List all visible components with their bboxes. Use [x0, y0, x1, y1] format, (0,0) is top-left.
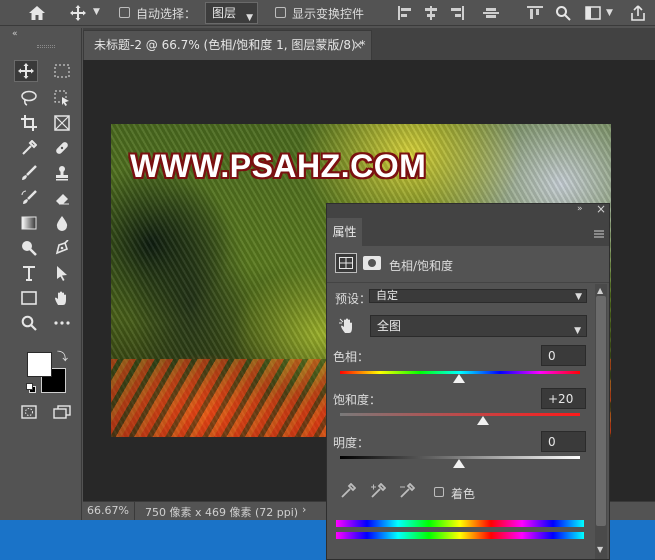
document-tab[interactable]: 未标题-2 @ 66.7% (色相/饱和度 1, 图层蒙版/8) *	[83, 30, 372, 60]
tab-properties-label: 属性	[332, 225, 357, 239]
align-top-icon[interactable]	[525, 3, 545, 23]
hue-label: 色相：	[333, 350, 370, 364]
panel-header: » ×	[327, 202, 609, 218]
layer-select[interactable]: 图层 ▼	[205, 2, 258, 24]
channel-select[interactable]: 全图 ▼	[370, 315, 587, 337]
layer-select-value: 图层	[212, 6, 237, 20]
collapse-icon[interactable]: »	[577, 204, 583, 214]
lightness-label: 明度：	[333, 436, 370, 450]
preset-select[interactable]: 自定 ▼	[369, 289, 587, 303]
targeted-adjustment-icon[interactable]	[339, 316, 355, 337]
chevron-down-icon: ▼	[574, 326, 581, 336]
search-icon[interactable]	[553, 3, 573, 23]
marquee-tool-icon[interactable]	[50, 60, 74, 82]
zoom-tool-icon[interactable]	[17, 312, 41, 334]
close-icon[interactable]: ×	[596, 202, 606, 216]
align-left-icon[interactable]	[395, 3, 415, 23]
adjustment-layer-icon	[335, 253, 357, 273]
output-spectrum-bar	[336, 532, 584, 539]
adjustment-title: 色相/饱和度	[389, 259, 454, 273]
scrollbar-thumb[interactable]	[596, 296, 606, 526]
rectangle-tool-icon[interactable]	[17, 287, 41, 309]
screen-mode-icon[interactable]	[50, 401, 74, 423]
document-info: 750 像素 x 469 像素 (72 ppi)	[145, 506, 299, 519]
saturation-slider-thumb[interactable]	[477, 416, 489, 425]
panel-tab-row	[327, 218, 609, 246]
saturation-input[interactable]: +20	[541, 388, 586, 409]
close-icon[interactable]: ×	[353, 38, 363, 52]
eraser-tool-icon[interactable]	[50, 187, 74, 209]
eyedropper-icon[interactable]	[340, 482, 357, 502]
stamp-tool-icon[interactable]	[50, 162, 74, 184]
pen-tool-icon[interactable]	[50, 237, 74, 259]
crop-tool-icon[interactable]	[17, 112, 41, 134]
eyedropper-tool-icon[interactable]	[17, 137, 41, 159]
frame-tool-icon[interactable]	[50, 112, 74, 134]
mask-icon[interactable]	[363, 256, 381, 270]
tab-properties[interactable]: 属性	[327, 218, 362, 246]
input-spectrum-bar	[336, 520, 584, 527]
chevron-down-icon: ▼	[246, 13, 253, 23]
history-brush-icon[interactable]	[17, 187, 41, 209]
share-icon[interactable]	[628, 3, 648, 23]
auto-select-checkbox[interactable]	[119, 7, 130, 18]
lightness-input[interactable]: 0	[541, 431, 586, 452]
align-center-icon[interactable]	[421, 3, 441, 23]
hue-input[interactable]: 0	[541, 345, 586, 366]
properties-panel: » × 属性 色相/饱和度 预设： 自定 ▼ 全图 ▼ 色相： 0 饱和度： +…	[326, 202, 610, 560]
move-tool-icon[interactable]	[14, 60, 38, 82]
tools-panel: « ⤵	[0, 28, 82, 520]
show-transform-label: 显示变换控件	[292, 7, 365, 21]
scroll-down-icon[interactable]: ▼	[597, 545, 603, 554]
distribute-icon[interactable]	[481, 3, 501, 23]
more-tools-icon[interactable]	[50, 312, 74, 334]
home-icon[interactable]	[25, 3, 49, 23]
panel-grip	[37, 45, 55, 48]
watermark-text: WWW.PSAHZ.COM	[130, 148, 427, 184]
healing-brush-icon[interactable]	[50, 137, 74, 159]
lightness-slider-thumb[interactable]	[453, 459, 465, 468]
move-tool-icon[interactable]	[66, 3, 90, 23]
lasso-tool-icon[interactable]	[17, 87, 41, 109]
saturation-slider-track[interactable]	[340, 413, 580, 416]
channel-value: 全图	[377, 319, 402, 333]
workspace-icon[interactable]	[583, 3, 603, 23]
scrollbar[interactable]: ▲ ▼	[595, 284, 607, 559]
align-right-icon[interactable]	[447, 3, 467, 23]
type-tool-icon[interactable]	[17, 262, 41, 284]
blur-tool-icon[interactable]	[50, 212, 74, 234]
quick-mask-icon[interactable]	[17, 401, 41, 423]
document-tab-title: 未标题-2 @ 66.7% (色相/饱和度 1, 图层蒙版/8) *	[94, 38, 366, 52]
path-select-tool-icon[interactable]	[50, 262, 74, 284]
hand-tool-icon[interactable]	[50, 287, 74, 309]
options-bar: ▼ 自动选择： 图层 ▼ 显示变换控件 ▼	[0, 0, 655, 26]
default-colors-icon[interactable]	[26, 383, 36, 393]
eyedropper-minus-icon[interactable]	[399, 482, 416, 502]
chevron-right-icon[interactable]: ›	[302, 503, 306, 516]
chevron-down-icon[interactable]: ▼	[93, 7, 100, 17]
eyedropper-plus-icon[interactable]	[370, 482, 387, 502]
panel-divider	[327, 282, 609, 283]
gradient-tool-icon[interactable]	[17, 212, 41, 234]
chevron-down-icon: ▼	[575, 292, 582, 302]
colorize-checkbox[interactable]	[434, 487, 444, 497]
collapse-icon[interactable]: «	[12, 29, 18, 39]
saturation-label: 饱和度：	[333, 393, 382, 407]
preset-value: 自定	[376, 289, 398, 302]
hue-slider-thumb[interactable]	[453, 374, 465, 383]
auto-select-label: 自动选择：	[136, 7, 197, 21]
brush-tool-icon[interactable]	[17, 162, 41, 184]
status-divider	[134, 502, 135, 520]
zoom-level[interactable]: 66.67%	[87, 504, 129, 517]
colorize-label: 着色	[451, 487, 476, 501]
scroll-up-icon[interactable]: ▲	[597, 286, 603, 295]
dodge-tool-icon[interactable]	[17, 237, 41, 259]
show-transform-checkbox[interactable]	[275, 7, 286, 18]
preset-label: 预设：	[335, 292, 372, 306]
panel-menu-icon[interactable]	[594, 227, 604, 241]
object-select-tool-icon[interactable]	[50, 87, 74, 109]
swap-colors-icon[interactable]: ⤵	[57, 348, 68, 364]
foreground-color-swatch[interactable]	[27, 352, 52, 377]
chevron-down-icon[interactable]: ▼	[606, 8, 613, 18]
